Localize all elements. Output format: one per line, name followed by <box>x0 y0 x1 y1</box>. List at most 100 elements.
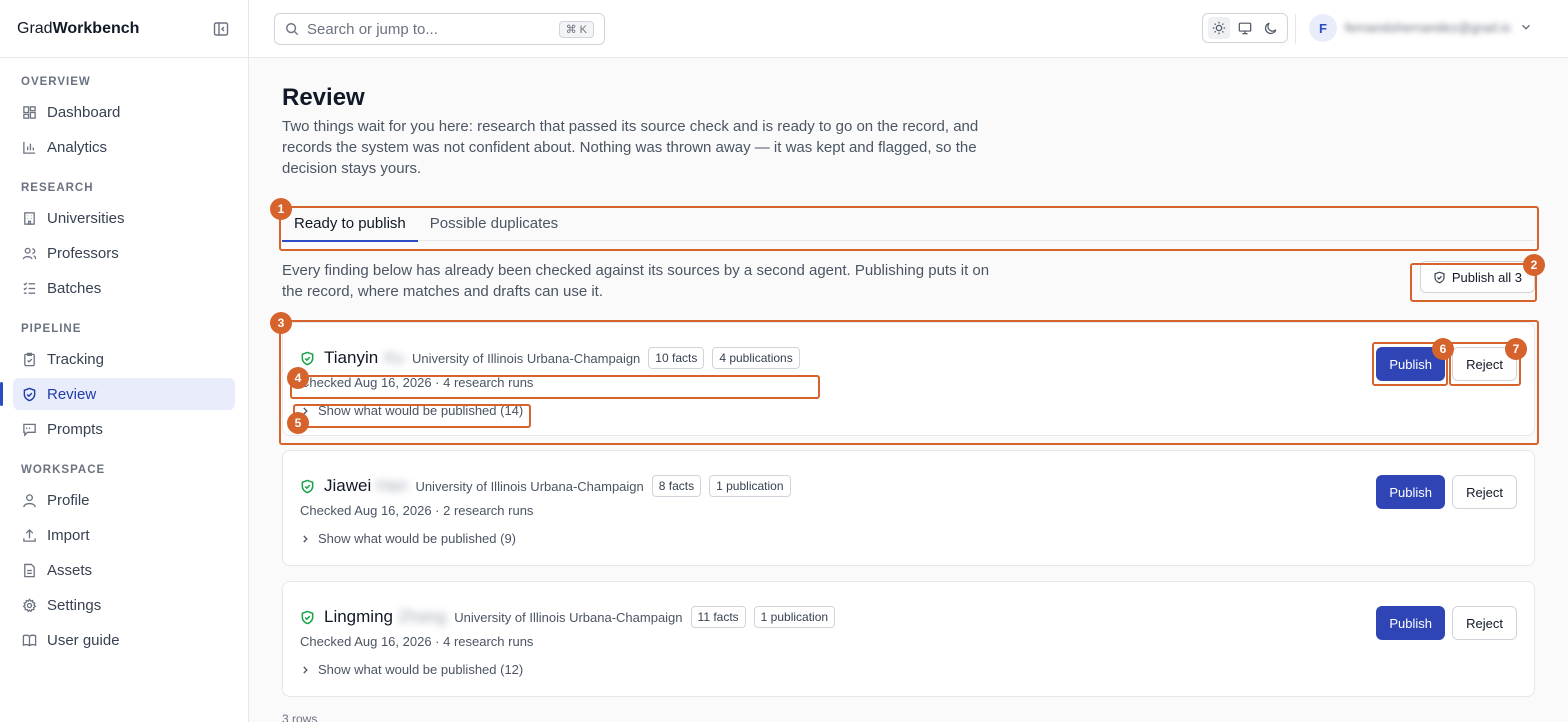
annotation-marker: 3 <box>270 312 292 334</box>
search-input[interactable]: Search or jump to... ⌘ K <box>274 13 605 45</box>
show-published-toggle[interactable]: Show what would be published (12) <box>300 662 523 677</box>
file-icon <box>21 562 37 578</box>
user-icon <box>21 492 37 508</box>
professor-name: Tianyin <box>324 348 379 367</box>
theme-switcher <box>1202 13 1288 43</box>
tab-ready-to-publish[interactable]: Ready to publish <box>282 205 418 242</box>
university-name: University of Illinois Urbana-Champaign <box>415 478 644 494</box>
professor-surname: Han <box>376 476 408 495</box>
divider <box>1295 14 1296 44</box>
review-card: Lingming Zhang University of Illinois Ur… <box>282 581 1535 697</box>
sidebar-item-dashboard[interactable]: Dashboard <box>13 96 235 128</box>
toggle-label: Show what would be published (12) <box>318 662 524 677</box>
sidebar-item-user-guide[interactable]: User guide <box>13 624 235 656</box>
sidebar-item-label: Tracking <box>47 350 104 368</box>
top-bar: Search or jump to... ⌘ K F fernandoherna… <box>249 0 1568 58</box>
tab-bar: Ready to publish Possible duplicates <box>282 205 1535 242</box>
review-card: Tianyin Xu University of Illinois Urbana… <box>282 322 1535 436</box>
publish-button[interactable]: Publish <box>1376 606 1445 640</box>
main-content: Review Two things wait for you here: res… <box>249 58 1568 722</box>
professor-surname: Xu <box>383 348 404 367</box>
page-description: Two things wait for you here: research t… <box>282 118 979 177</box>
clipboard-icon <box>21 351 37 367</box>
book-icon <box>21 632 37 648</box>
professor-name: Lingming <box>324 607 393 626</box>
sidebar-item-label: Professors <box>47 244 119 262</box>
message-icon <box>21 421 37 437</box>
sidebar-item-label: Profile <box>47 491 90 509</box>
reject-button[interactable]: Reject <box>1452 475 1517 509</box>
sidebar-item-tracking[interactable]: Tracking <box>13 343 235 375</box>
sidebar-item-assets[interactable]: Assets <box>13 554 235 586</box>
sidebar-item-label: User guide <box>47 631 120 649</box>
facts-badge: 10 facts <box>648 347 705 369</box>
annotation-marker: 1 <box>270 198 292 220</box>
annotation-marker: 7 <box>1505 338 1527 360</box>
sidebar-item-prompts[interactable]: Prompts <box>13 413 235 445</box>
rows-count: 3 rows <box>282 712 318 722</box>
upload-icon <box>21 527 37 543</box>
sidebar-collapse-icon[interactable] <box>211 19 231 39</box>
show-published-toggle[interactable]: Show what would be published (14) <box>300 403 523 418</box>
sidebar-item-review[interactable]: Review <box>0 378 235 410</box>
professor-surname: Zhang <box>398 607 447 626</box>
annotation-marker: 6 <box>1432 338 1454 360</box>
toggle-label: Show what would be published (14) <box>318 403 524 418</box>
sun-icon[interactable] <box>1208 17 1230 39</box>
publications-badge: 1 publication <box>753 606 836 628</box>
university-name: University of Illinois Urbana-Champaign <box>411 350 641 366</box>
sidebar-item-batches[interactable]: Batches <box>13 272 235 304</box>
sidebar-item-import[interactable]: Import <box>13 519 235 551</box>
chevron-right-icon <box>300 534 310 544</box>
nav-section-title: OVERVIEW <box>21 76 91 88</box>
sidebar-item-label: Settings <box>47 596 102 614</box>
reject-button[interactable]: Reject <box>1452 606 1517 640</box>
tab-possible-duplicates[interactable]: Possible duplicates <box>418 205 570 241</box>
publish-all-button[interactable]: Publish all 3 <box>1419 261 1535 293</box>
check-meta: Checked Aug 16, 2026 · 4 research runs <box>300 375 534 390</box>
search-shortcut-badge: ⌘ K <box>558 20 594 38</box>
sidebar-item-label: Assets <box>47 561 93 579</box>
shield-check-icon <box>300 351 315 366</box>
brand-bar: GradWorkbench <box>0 0 248 58</box>
users-icon <box>21 245 37 261</box>
sidebar-item-profile[interactable]: Profile <box>13 484 235 516</box>
check-meta: Checked Aug 16, 2026 · 4 research runs <box>300 634 534 649</box>
dashboard-icon <box>21 104 37 120</box>
user-name[interactable]: fernandohernandez@grad.io <box>1345 20 1511 35</box>
shield-check-icon <box>1433 271 1446 284</box>
facts-badge: 11 facts <box>690 606 746 628</box>
publications-badge: 1 publication <box>709 475 791 497</box>
facts-badge: 8 facts <box>651 475 702 497</box>
sidebar-item-universities[interactable]: Universities <box>13 202 235 234</box>
sidebar-item-label: Review <box>47 385 97 403</box>
annotation-marker: 5 <box>287 412 309 434</box>
page-title: Review <box>282 84 365 111</box>
chevron-down-icon[interactable] <box>1519 20 1533 34</box>
publish-all-label: Publish all 3 <box>1451 269 1522 285</box>
chevron-right-icon <box>300 665 310 675</box>
annotation-marker: 2 <box>1523 254 1545 276</box>
show-published-toggle[interactable]: Show what would be published (9) <box>300 531 516 546</box>
publish-button[interactable]: Publish <box>1376 475 1445 509</box>
search-icon <box>285 22 299 36</box>
nav-section-title: PIPELINE <box>21 323 82 335</box>
gear-icon <box>21 597 37 613</box>
list-icon <box>21 280 37 296</box>
nav-section-title: RESEARCH <box>21 182 94 194</box>
monitor-icon[interactable] <box>1234 17 1256 39</box>
annotation-marker: 4 <box>287 367 309 389</box>
sidebar-item-professors[interactable]: Professors <box>13 237 235 269</box>
sidebar-item-analytics[interactable]: Analytics <box>13 131 235 163</box>
toggle-label: Show what would be published (9) <box>318 531 517 546</box>
nav-section-title: WORKSPACE <box>21 464 106 476</box>
brand-logo[interactable]: GradWorkbench <box>17 20 139 38</box>
publications-badge: 4 publications <box>712 347 800 369</box>
professor-name: Jiawei <box>324 476 372 495</box>
moon-icon[interactable] <box>1260 17 1282 39</box>
check-meta: Checked Aug 16, 2026 · 2 research runs <box>300 503 534 518</box>
review-card: Jiawei Han University of Illinois Urbana… <box>282 450 1535 566</box>
sidebar-item-settings[interactable]: Settings <box>13 589 235 621</box>
sidebar-item-label: Prompts <box>47 420 103 438</box>
avatar[interactable]: F <box>1309 14 1337 42</box>
